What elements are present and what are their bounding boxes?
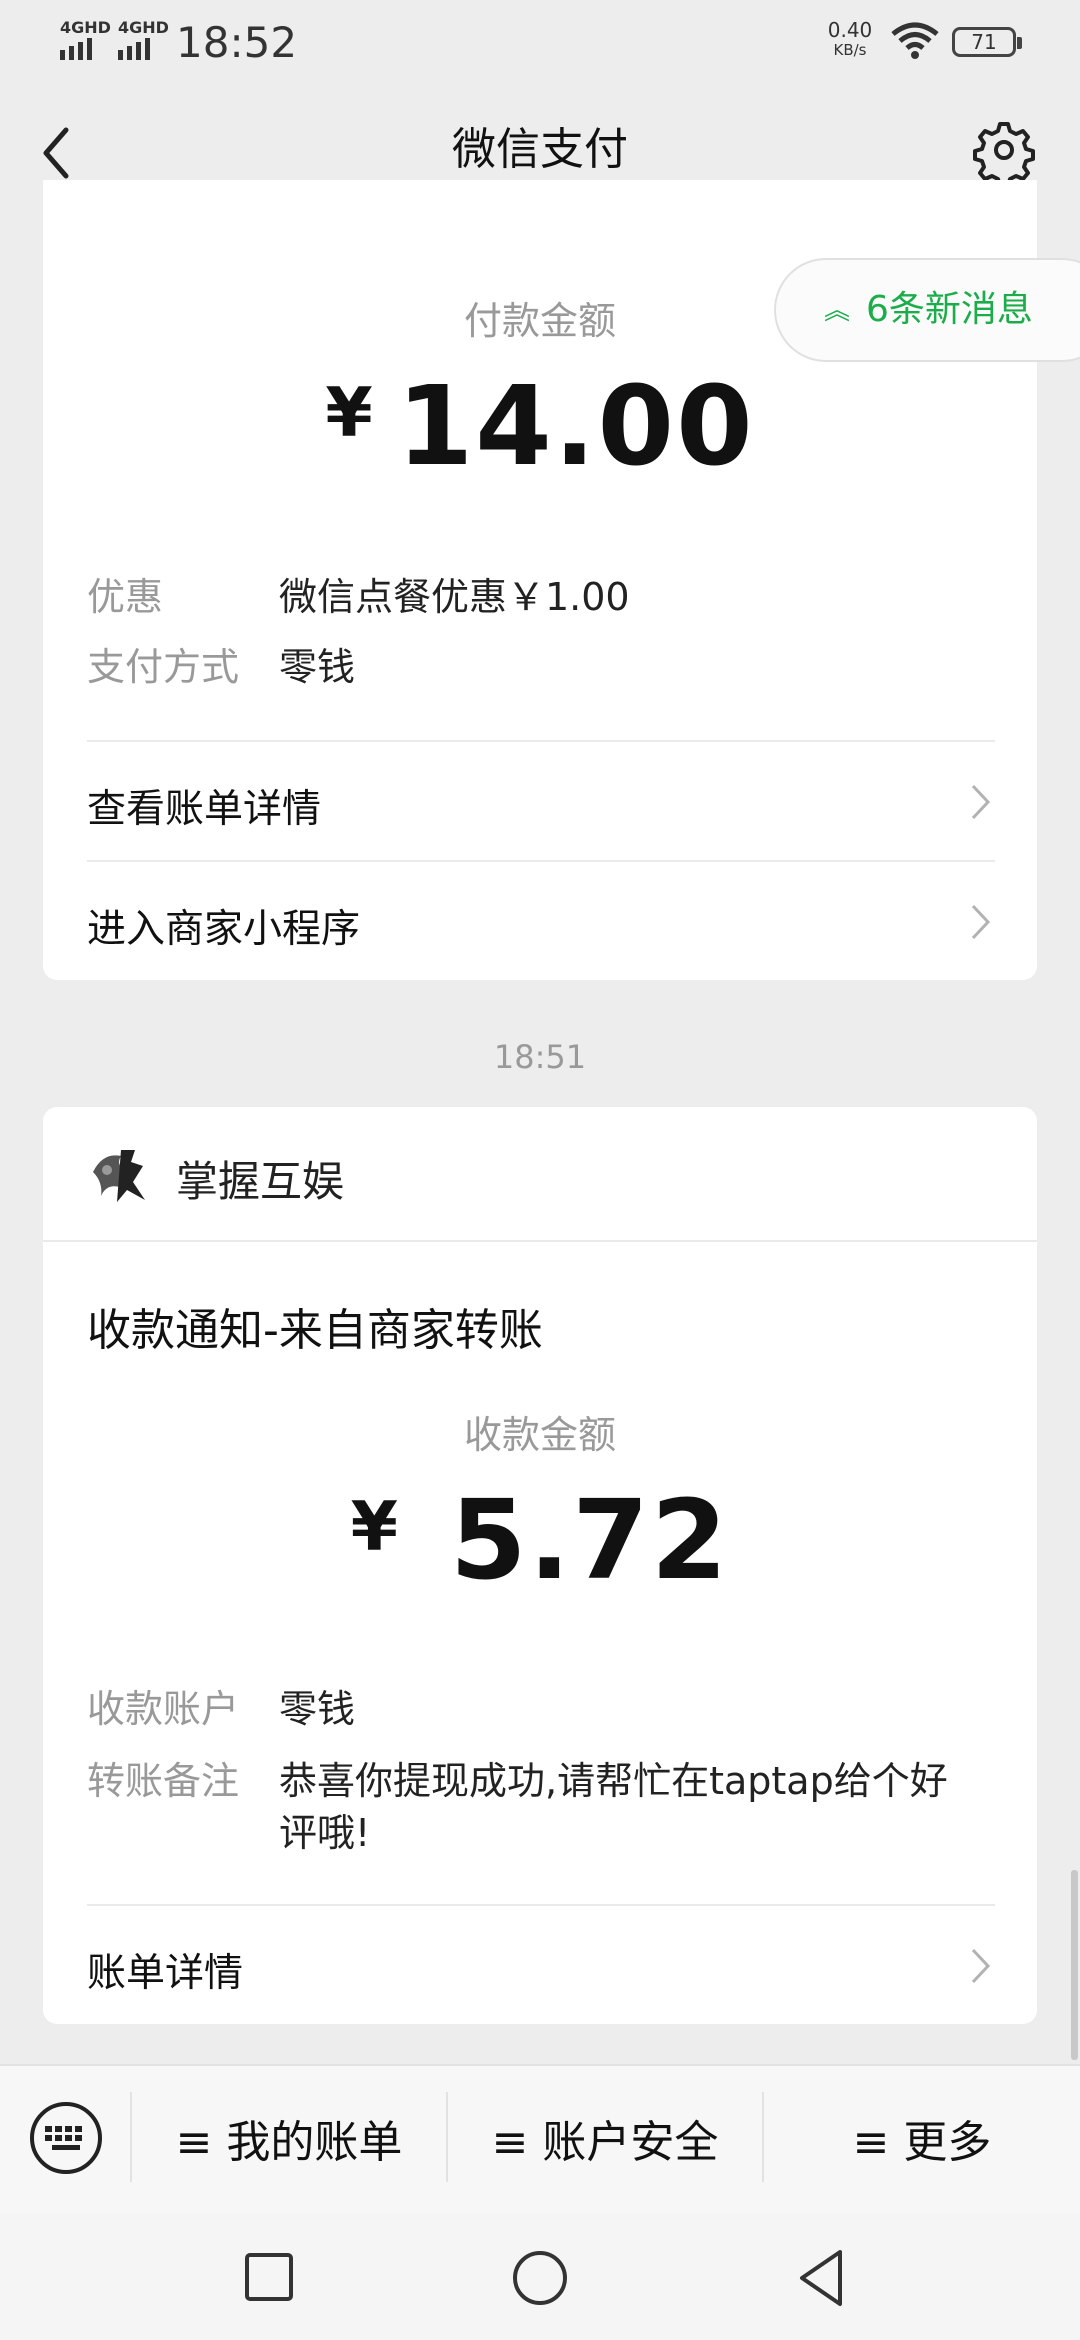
view-bill-details-label: 查看账单详情 <box>87 787 322 832</box>
battery-icon: 71 <box>952 27 1022 57</box>
status-time: 18:52 <box>176 18 298 67</box>
payment-amount-value: 14.00 <box>396 362 755 490</box>
signal-icon <box>118 38 150 60</box>
page-title: 微信支付 <box>452 124 628 175</box>
scrollbar[interactable] <box>1071 1870 1078 2060</box>
network-label-2: 4GHD <box>118 18 169 37</box>
transfer-note-line-1: 恭喜你提现成功,请帮忙在taptap给个好 <box>279 1759 948 1803</box>
menu-more[interactable]: ≡ 更多 <box>764 2108 1080 2178</box>
currency-symbol: ¥ <box>325 374 373 453</box>
chevron-left-icon[interactable] <box>34 118 94 188</box>
message-timestamp: 18:51 <box>493 1038 587 1076</box>
back-triangle-icon[interactable] <box>796 2248 846 2308</box>
menu-account-security[interactable]: ≡ 账户安全 <box>448 2108 762 2178</box>
divider <box>43 1240 1037 1242</box>
discount-value: 微信点餐优惠￥1.00 <box>279 575 630 619</box>
gear-icon[interactable] <box>972 118 1036 182</box>
receiving-account-key: 收款账户 <box>87 1687 240 1731</box>
double-chevron-up-icon: ︽ <box>824 296 851 326</box>
receipt-amount: ¥5.72 <box>0 1476 1080 1604</box>
merchant-logo[interactable] <box>87 1142 153 1208</box>
recents-square-icon[interactable] <box>244 2252 294 2302</box>
home-circle-icon[interactable] <box>512 2250 568 2306</box>
chevron-right-icon <box>971 1948 991 1984</box>
bill-details-label: 账单详情 <box>87 1951 244 1996</box>
chevron-right-icon <box>971 904 991 940</box>
currency-symbol: ¥ <box>350 1488 398 1567</box>
chevron-right-icon <box>971 784 991 820</box>
transfer-note-line-2: 评哦! <box>279 1811 371 1855</box>
new-messages-button[interactable]: ︽ 6条新消息 <box>774 258 1080 362</box>
payment-method-value: 零钱 <box>279 645 356 689</box>
speed-unit: KB/s <box>833 41 867 59</box>
network-label-1: 4GHD <box>60 18 111 37</box>
payment-amount: ¥14.00 <box>0 362 1080 490</box>
receipt-amount-label: 收款金额 <box>463 1413 616 1457</box>
payment-method-key: 支付方式 <box>87 645 240 689</box>
speed-value: 0.40 <box>827 18 873 42</box>
keyboard-icon[interactable] <box>28 2100 104 2176</box>
merchant-name[interactable]: 掌握互娱 <box>176 1148 344 1209</box>
transfer-note-key: 转账备注 <box>87 1759 240 1803</box>
new-messages-label: 6条新消息 <box>866 289 1033 330</box>
receipt-amount-value: 5.72 <box>449 1476 730 1604</box>
discount-key: 优惠 <box>87 575 164 619</box>
enter-mini-program-label: 进入商家小程序 <box>87 907 361 952</box>
notice-title: 收款通知-来自商家转账 <box>87 1305 543 1356</box>
network-speed: 0.40 KB/s <box>822 20 878 60</box>
wifi-icon <box>891 22 939 59</box>
menu-my-bills[interactable]: ≡ 我的账单 <box>132 2108 446 2178</box>
receiving-account-value: 零钱 <box>279 1687 356 1731</box>
signal-icon <box>60 38 92 60</box>
